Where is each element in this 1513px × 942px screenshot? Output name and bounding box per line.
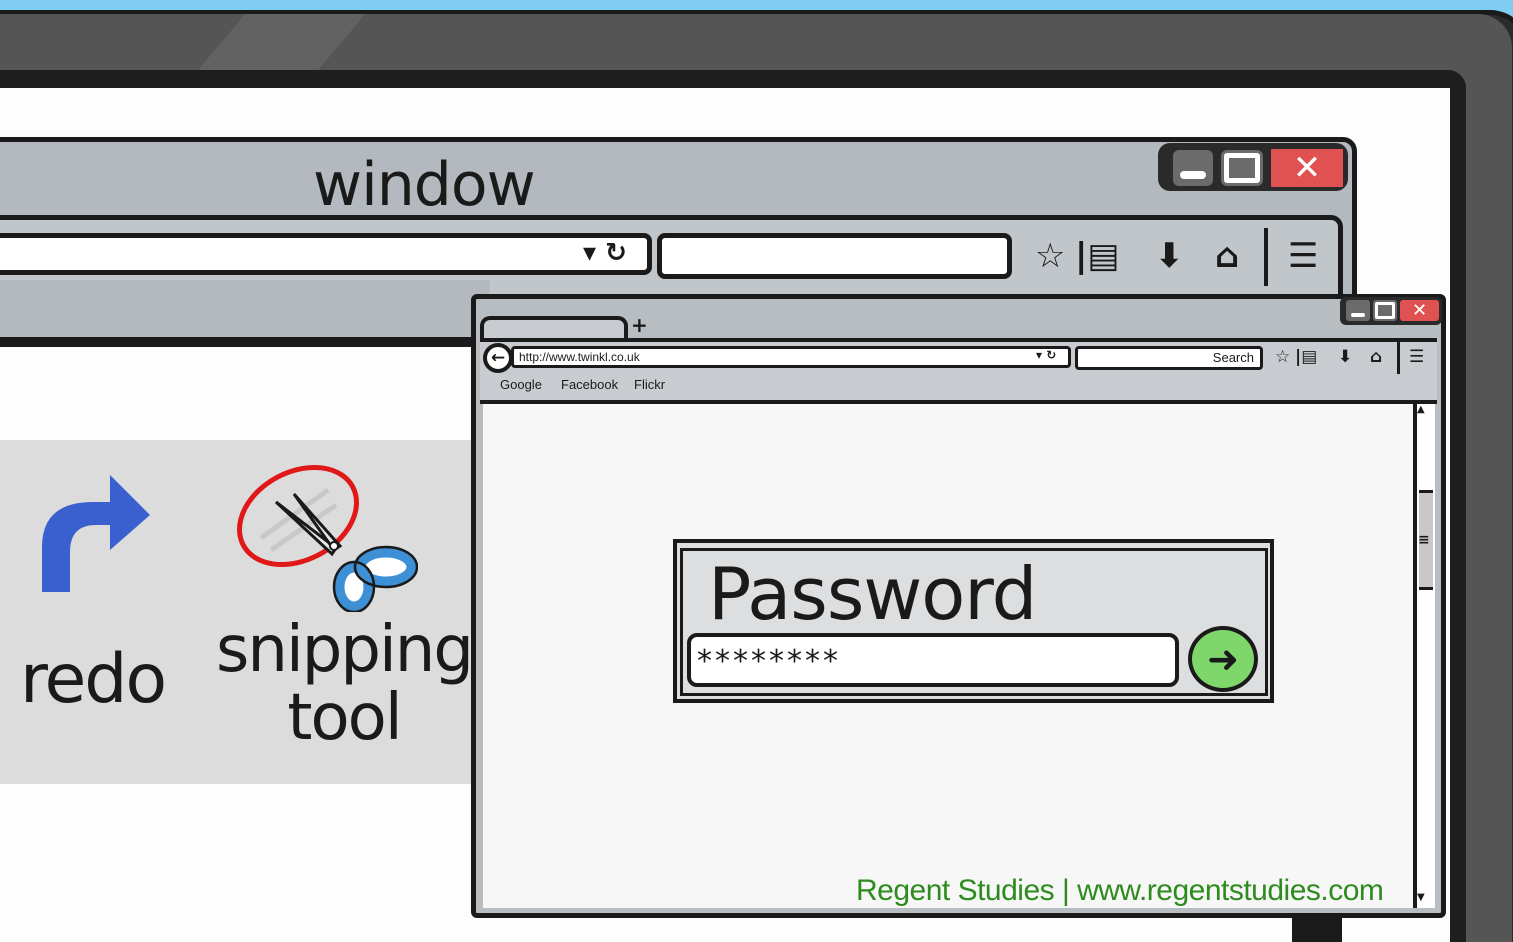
scroll-down-icon[interactable]: ▼ <box>1417 892 1425 903</box>
redo-label: redo <box>20 640 167 719</box>
redo-icon[interactable] <box>38 472 153 594</box>
star-icon[interactable]: ☆ <box>1275 347 1290 367</box>
bezel-gloss <box>194 14 366 74</box>
toolbar-divider <box>1397 342 1400 374</box>
address-bar[interactable] <box>0 233 652 275</box>
scroll-up-icon[interactable]: ▲ <box>1417 404 1425 415</box>
password-field[interactable]: ******** <box>687 633 1179 687</box>
snip-label-line2: tool <box>287 681 402 755</box>
toolbar-divider <box>1264 228 1268 286</box>
browser-minimize-button[interactable] <box>1346 300 1370 321</box>
footer-credit: Regent Studies | www.regentstudies.com <box>856 874 1384 907</box>
download-icon[interactable]: ⬇ <box>1338 347 1352 367</box>
browser-maximize-button[interactable] <box>1373 300 1397 321</box>
snipping-tool-label: snipping tool <box>214 616 474 752</box>
window-title: window <box>313 150 536 220</box>
submit-arrow-button[interactable]: ➜ <box>1188 626 1258 692</box>
menu-icon[interactable]: ☰ <box>1409 347 1424 367</box>
bookmark-facebook[interactable]: Facebook <box>561 377 618 392</box>
close-button[interactable]: ✕ <box>1271 148 1343 188</box>
scrollbar[interactable] <box>1413 404 1435 908</box>
back-icon[interactable]: ← <box>483 343 513 373</box>
download-icon[interactable]: ⬇ <box>1155 236 1184 276</box>
minimize-button[interactable] <box>1173 150 1213 186</box>
scroll-grip-icon: ≡ <box>1418 532 1430 548</box>
bookmark-icon[interactable]: |▤ <box>1295 347 1317 367</box>
url-controls[interactable]: ▾ ↻ <box>1036 348 1056 362</box>
scissors-icon[interactable] <box>236 460 418 612</box>
snip-label-line1: snipping <box>216 613 474 687</box>
star-icon[interactable]: ☆ <box>1035 236 1065 276</box>
maximize-button[interactable] <box>1221 150 1263 186</box>
menu-icon[interactable]: ☰ <box>1288 236 1318 276</box>
new-tab-icon[interactable]: + <box>631 313 648 337</box>
bookmark-google[interactable]: Google <box>500 377 542 392</box>
background-tab-row <box>0 280 490 342</box>
browser-close-button[interactable]: ✕ <box>1400 300 1439 321</box>
search-input[interactable]: Search <box>1075 346 1263 370</box>
address-bar-controls[interactable]: ▾ ↻ <box>583 238 627 268</box>
redo-arrow-shaft <box>42 475 150 592</box>
home-icon[interactable]: ⌂ <box>1215 236 1239 276</box>
bookmark-flickr[interactable]: Flickr <box>634 377 665 392</box>
password-title: Password <box>708 552 1037 636</box>
search-field[interactable] <box>657 233 1012 279</box>
home-icon[interactable]: ⌂ <box>1370 347 1382 367</box>
bookmark-icon[interactable]: |▤ <box>1075 236 1120 276</box>
url-input[interactable]: http://www.twinkl.co.uk <box>511 346 1071 368</box>
